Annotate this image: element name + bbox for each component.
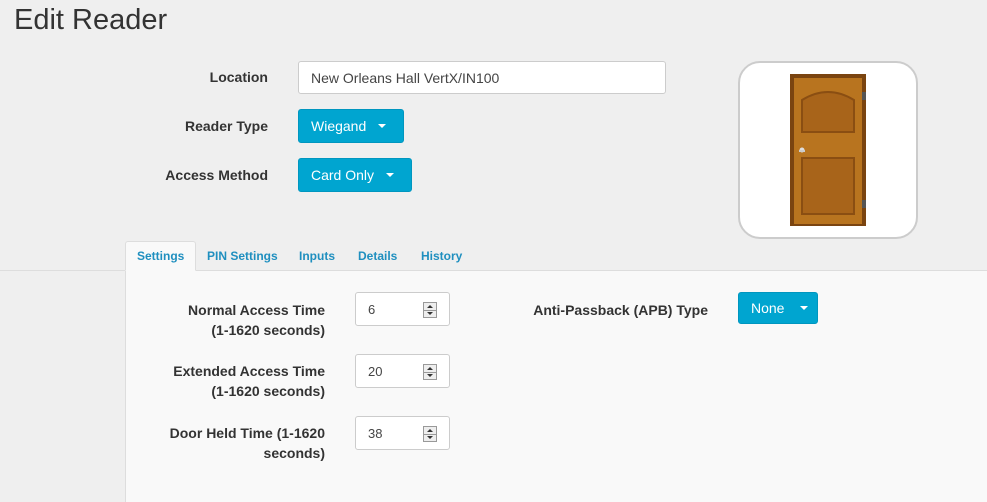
door-icon bbox=[790, 74, 866, 226]
reader-type-value: Wiegand bbox=[311, 118, 367, 134]
spin-up-icon[interactable] bbox=[424, 427, 436, 435]
door-held-time-label: Door Held Time (1-1620 seconds) bbox=[169, 425, 325, 461]
location-input[interactable] bbox=[298, 61, 666, 94]
access-method-value: Card Only bbox=[311, 167, 375, 183]
tab-pin-settings[interactable]: PIN Settings bbox=[196, 241, 289, 271]
spin-down-icon[interactable] bbox=[424, 373, 436, 380]
spin-down-icon[interactable] bbox=[424, 311, 436, 318]
door-held-time-input[interactable]: 38 bbox=[355, 416, 450, 450]
caret-down-icon bbox=[386, 173, 395, 177]
tab-inputs[interactable]: Inputs bbox=[288, 241, 346, 271]
access-method-label: Access Method bbox=[165, 167, 268, 183]
tab-bar: Settings PIN Settings Inputs Details His… bbox=[0, 241, 987, 271]
caret-down-icon bbox=[378, 124, 387, 128]
extended-access-time-input[interactable]: 20 bbox=[355, 354, 450, 388]
apb-type-value: None bbox=[751, 300, 785, 316]
apb-type-label: Anti-Passback (APB) Type bbox=[533, 302, 708, 318]
normal-access-time-label: Normal Access Time (1-1620 seconds) bbox=[188, 302, 325, 338]
tab-settings[interactable]: Settings bbox=[125, 241, 197, 271]
location-label: Location bbox=[209, 69, 268, 85]
number-spinner[interactable] bbox=[423, 302, 437, 318]
extended-access-time-label: Extended Access Time (1-1620 seconds) bbox=[173, 363, 325, 399]
reader-type-label: Reader Type bbox=[185, 118, 268, 134]
access-method-dropdown[interactable]: Card Only bbox=[298, 158, 412, 192]
tab-history[interactable]: History bbox=[410, 241, 473, 271]
normal-access-time-input[interactable]: 6 bbox=[355, 292, 450, 326]
caret-down-icon bbox=[800, 306, 809, 310]
spin-up-icon[interactable] bbox=[424, 303, 436, 311]
reader-type-dropdown[interactable]: Wiegand bbox=[298, 109, 404, 143]
reader-image-frame bbox=[738, 61, 918, 239]
tab-details[interactable]: Details bbox=[347, 241, 408, 271]
apb-type-dropdown[interactable]: None bbox=[738, 292, 818, 324]
number-spinner[interactable] bbox=[423, 426, 437, 442]
page-title: Edit Reader bbox=[14, 4, 168, 36]
number-spinner[interactable] bbox=[423, 364, 437, 380]
spin-up-icon[interactable] bbox=[424, 365, 436, 373]
spin-down-icon[interactable] bbox=[424, 435, 436, 442]
